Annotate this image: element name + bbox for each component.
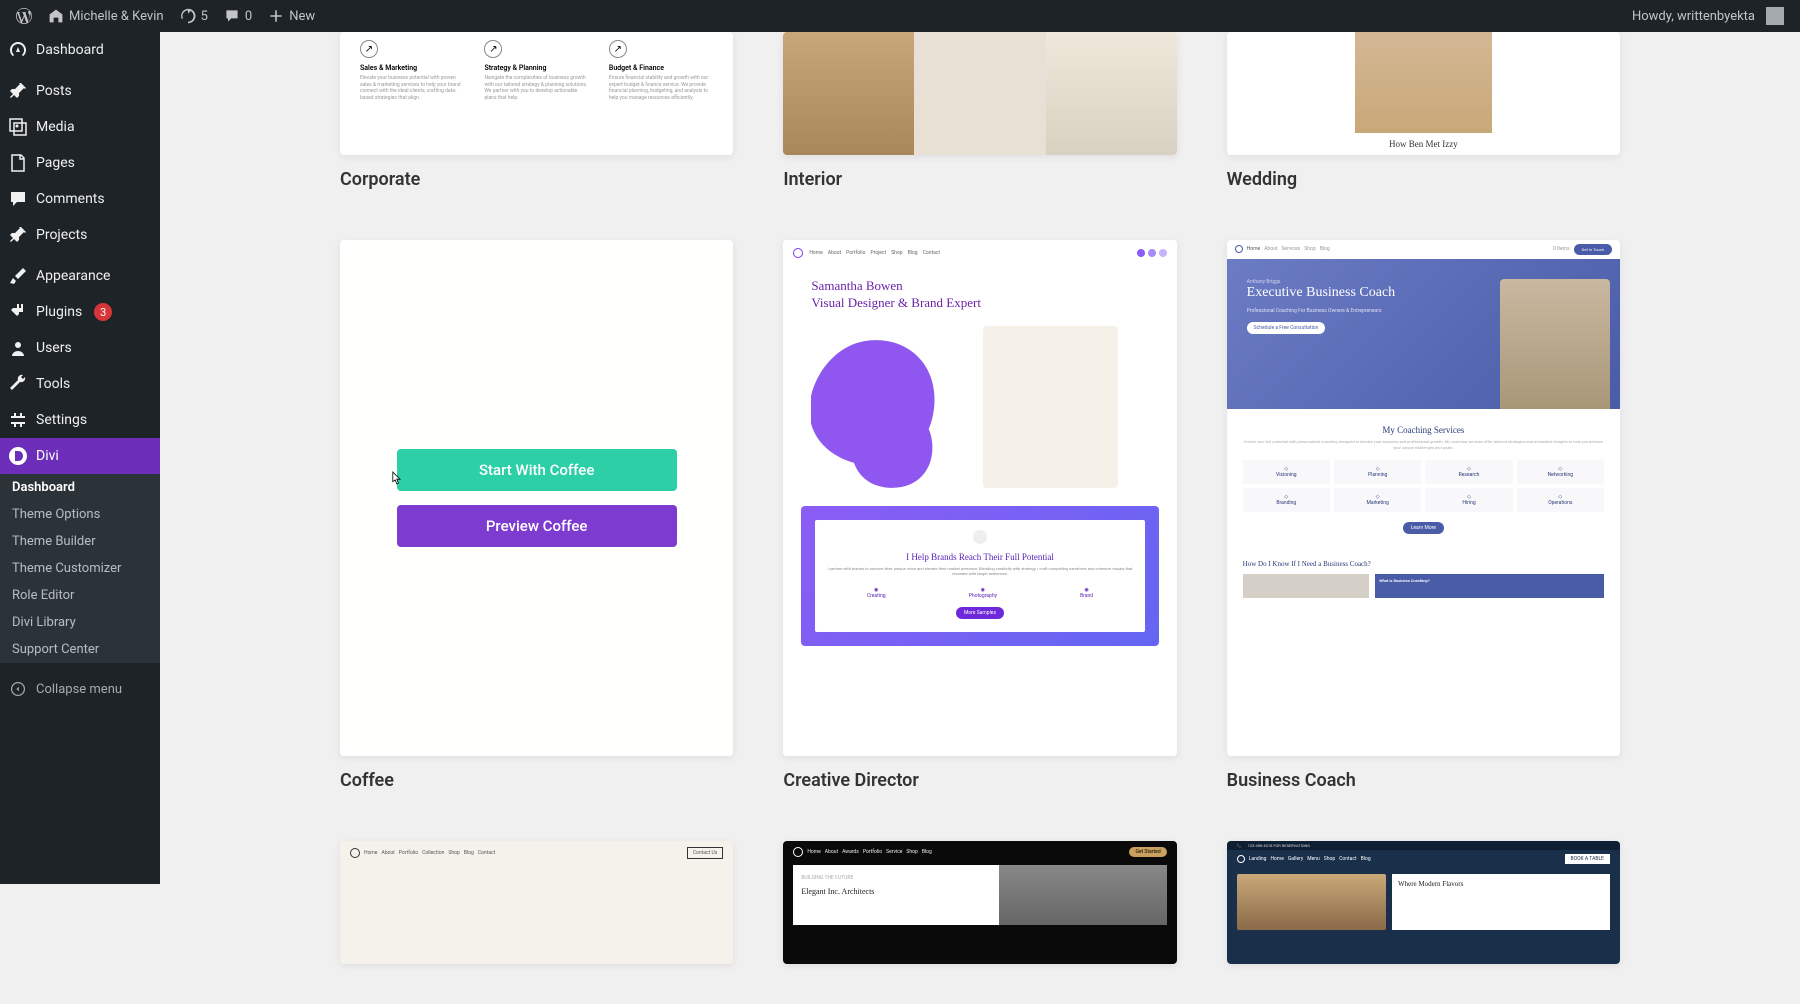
plus-icon (268, 8, 284, 24)
menu-label: Divi (36, 448, 59, 464)
menu-plugins[interactable]: Plugins 3 (0, 294, 160, 330)
menu-label: Comments (36, 191, 105, 207)
comments-menu[interactable]: 0 (216, 0, 260, 32)
template-label: Interior (783, 169, 1176, 190)
collapse-menu-button[interactable]: Collapse menu (0, 671, 160, 707)
template-thumbnail (783, 32, 1176, 155)
menu-label: Projects (36, 227, 87, 243)
pin-icon (8, 81, 28, 101)
howdy-text: Howdy, writtenbyekta (1632, 9, 1755, 24)
plugin-update-badge: 3 (94, 303, 112, 321)
home-icon (48, 8, 64, 24)
template-grid: ↗Sales & MarketingElevate your business … (340, 32, 1620, 1004)
collapse-icon (8, 679, 28, 699)
template-thumbnail: Home About Portfolio Collection Shop Blo… (340, 841, 733, 964)
divi-icon (8, 446, 28, 466)
wp-admin-bar: Michelle & Kevin 5 0 New Howdy, writtenb… (0, 0, 1800, 32)
template-label: Coffee (340, 770, 733, 791)
menu-label: Settings (36, 412, 87, 428)
cursor-icon (388, 470, 404, 490)
template-label: Wedding (1227, 169, 1620, 190)
template-thumbnail: 📞123-456-4318 FOR RESERVATIONS Landing H… (1227, 841, 1620, 964)
template-business-coach[interactable]: Home About Services Shop Blog 0 ItemsGet… (1227, 240, 1620, 791)
menu-posts[interactable]: Posts (0, 73, 160, 109)
refresh-menu[interactable]: 5 (172, 0, 216, 32)
template-label: Creative Director (783, 770, 1176, 791)
refresh-count: 5 (201, 9, 208, 24)
preview-button[interactable]: Preview Coffee (397, 505, 677, 547)
menu-label: Posts (36, 83, 72, 99)
comment-icon (8, 189, 28, 209)
template-label: Business Coach (1227, 770, 1620, 791)
admin-sidebar: Dashboard Posts Media Pages Comments Pro… (0, 32, 160, 884)
submenu-support-center[interactable]: Support Center (0, 636, 160, 663)
admin-bar-left: Michelle & Kevin 5 0 New (8, 0, 323, 32)
site-name: Michelle & Kevin (69, 9, 164, 24)
comments-count: 0 (245, 9, 252, 24)
menu-label: Users (36, 340, 72, 356)
menu-pages[interactable]: Pages (0, 145, 160, 181)
template-thumbnail: ↗Sales & MarketingElevate your business … (340, 32, 733, 155)
template-coffee[interactable]: Start With Coffee Preview Coffee Coffee (340, 240, 733, 791)
template-grid-content: ↗Sales & MarketingElevate your business … (160, 32, 1800, 1004)
wrench-icon (8, 374, 28, 394)
template-interior[interactable]: Interior (783, 32, 1176, 190)
submenu-role-editor[interactable]: Role Editor (0, 582, 160, 609)
pin-icon (8, 225, 28, 245)
site-name-menu[interactable]: Michelle & Kevin (40, 0, 172, 32)
new-label: New (289, 9, 315, 24)
template-architect[interactable]: Home About Portfolio Collection Shop Blo… (340, 841, 733, 964)
refresh-icon (180, 8, 196, 24)
menu-label: Tools (36, 376, 70, 392)
collapse-label: Collapse menu (36, 682, 122, 697)
template-corporate[interactable]: ↗Sales & MarketingElevate your business … (340, 32, 733, 190)
menu-dashboard[interactable]: Dashboard (0, 32, 160, 68)
menu-label: Pages (36, 155, 75, 171)
dashboard-icon (8, 40, 28, 60)
template-wedding[interactable]: How Ben Met Izzy Wedding (1227, 32, 1620, 190)
submenu-theme-options[interactable]: Theme Options (0, 501, 160, 528)
template-label: Corporate (340, 169, 733, 190)
start-with-button[interactable]: Start With Coffee (397, 449, 677, 491)
submenu-theme-builder[interactable]: Theme Builder (0, 528, 160, 555)
menu-label: Appearance (36, 268, 110, 284)
wordpress-icon (16, 8, 32, 24)
submenu-dashboard[interactable]: Dashboard (0, 474, 160, 501)
template-thumbnail: Home About Portfolio Project Shop Blog C… (783, 240, 1176, 756)
template-restaurant[interactable]: 📞123-456-4318 FOR RESERVATIONS Landing H… (1227, 841, 1620, 964)
comment-icon (224, 8, 240, 24)
menu-users[interactable]: Users (0, 330, 160, 366)
menu-divi[interactable]: Divi (0, 438, 160, 474)
menu-label: Dashboard (36, 42, 104, 58)
menu-label: Plugins (36, 304, 82, 320)
admin-bar-right: Howdy, writtenbyekta (1624, 0, 1792, 32)
menu-tools[interactable]: Tools (0, 366, 160, 402)
menu-projects[interactable]: Projects (0, 217, 160, 253)
menu-appearance[interactable]: Appearance (0, 258, 160, 294)
media-icon (8, 117, 28, 137)
menu-media[interactable]: Media (0, 109, 160, 145)
template-thumbnail: Home About Awards Portfolio Service Shop… (783, 841, 1176, 964)
submenu-divi-library[interactable]: Divi Library (0, 609, 160, 636)
template-creative-director[interactable]: Home About Portfolio Project Shop Blog C… (783, 240, 1176, 791)
template-thumbnail: How Ben Met Izzy (1227, 32, 1620, 155)
divi-submenu: Dashboard Theme Options Theme Builder Th… (0, 474, 160, 663)
template-thumbnail: Start With Coffee Preview Coffee (340, 240, 733, 756)
menu-label: Media (36, 119, 75, 135)
avatar (1766, 7, 1784, 25)
submenu-theme-customizer[interactable]: Theme Customizer (0, 555, 160, 582)
new-menu[interactable]: New (260, 0, 323, 32)
template-dark[interactable]: Home About Awards Portfolio Service Shop… (783, 841, 1176, 964)
page-icon (8, 153, 28, 173)
template-thumbnail: Home About Services Shop Blog 0 ItemsGet… (1227, 240, 1620, 756)
plugin-icon (8, 302, 28, 322)
settings-icon (8, 410, 28, 430)
account-menu[interactable]: Howdy, writtenbyekta (1624, 0, 1792, 32)
menu-comments[interactable]: Comments (0, 181, 160, 217)
brush-icon (8, 266, 28, 286)
wp-logo-menu[interactable] (8, 0, 40, 32)
template-hover-overlay: Start With Coffee Preview Coffee (340, 240, 733, 756)
user-icon (8, 338, 28, 358)
menu-settings[interactable]: Settings (0, 402, 160, 438)
